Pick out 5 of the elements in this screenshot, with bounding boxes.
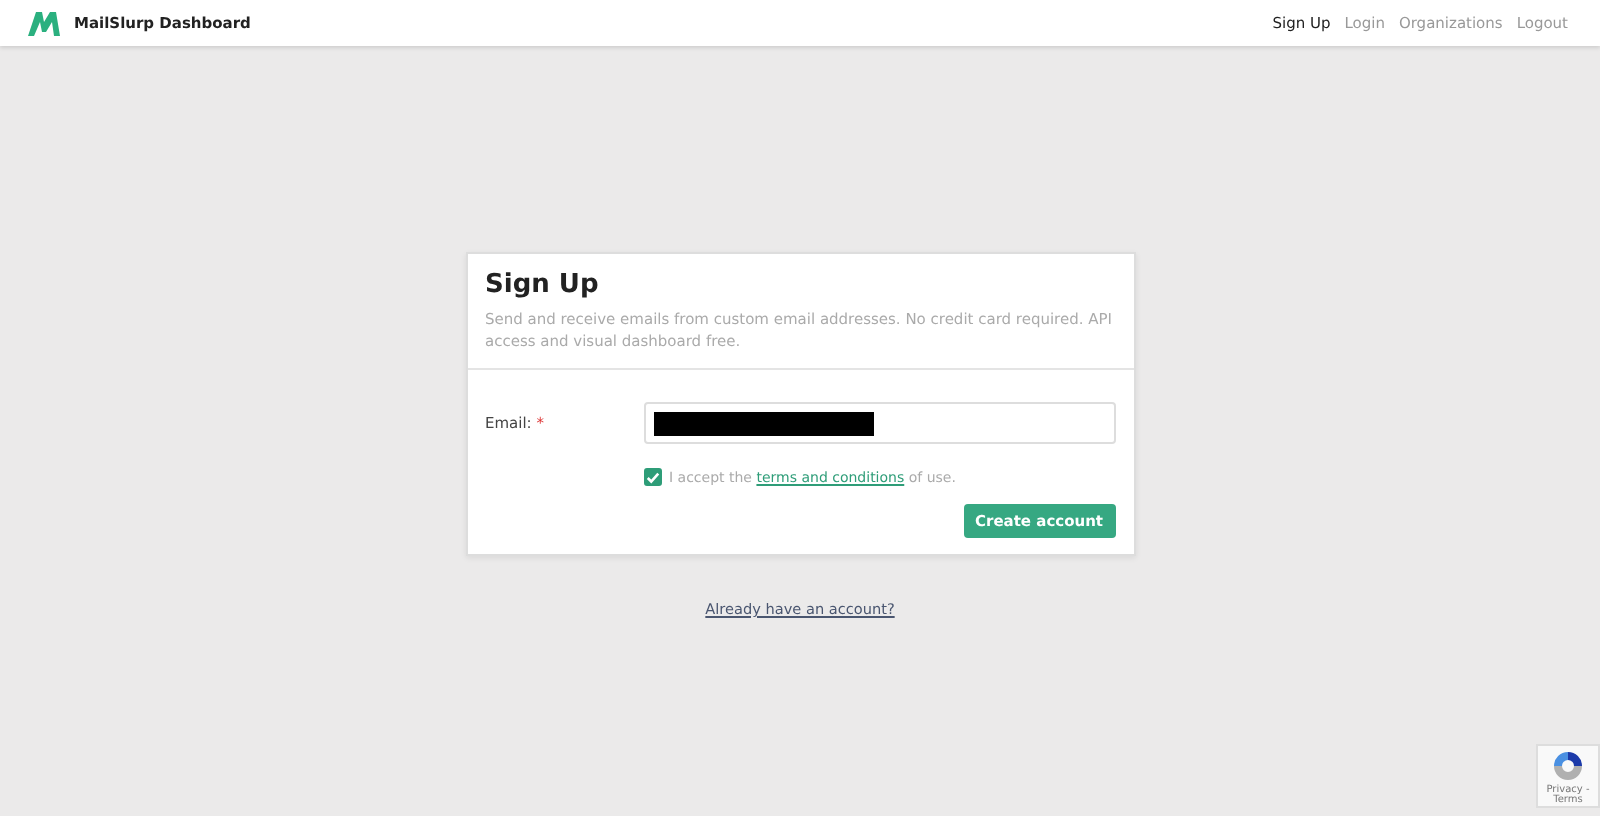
terms-checkbox[interactable] (643, 468, 661, 486)
logo-icon (28, 11, 60, 35)
email-field[interactable] (643, 402, 1115, 444)
card-title: Sign Up (485, 270, 601, 300)
recaptcha-icon (1550, 747, 1586, 783)
